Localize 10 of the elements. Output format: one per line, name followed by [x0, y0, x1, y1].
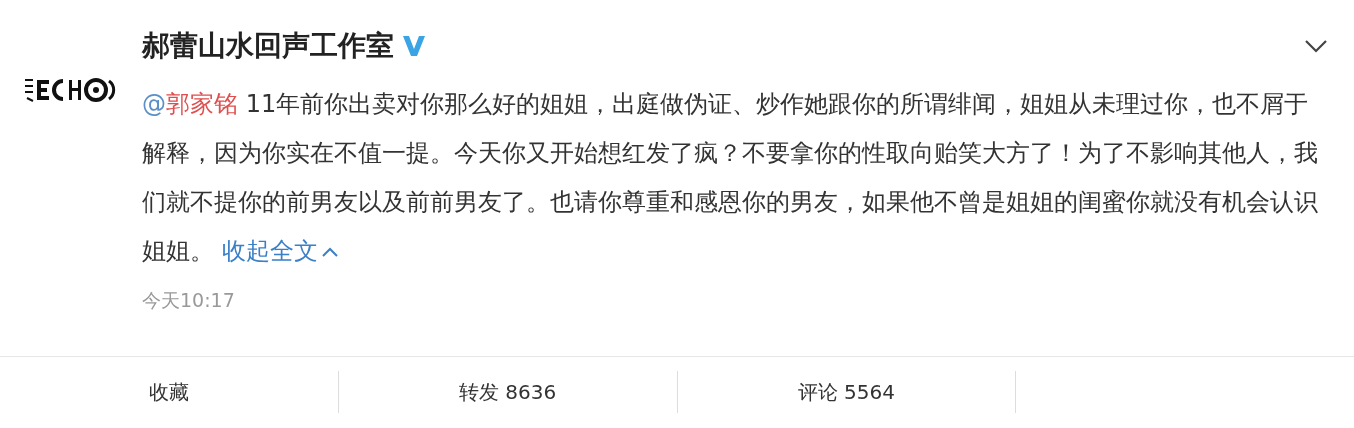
post-time: 今天10:17	[142, 288, 236, 313]
mention-link[interactable]: @郭家铭	[142, 90, 238, 118]
author-name[interactable]: 郝蕾山水回声工作室	[142, 27, 394, 65]
post-text: @郭家铭 11年前你出卖对你那么好的姐姐，出庭做伪证、炒作她跟你的所谓绯闻，姐姐从未理过你，也不屑于解释，因为你实在不值一提。今天你又开始想红发了疯？不要拿你的性取向贻笑大方了！为了不影响其他人，我们就不提你的前男友以及前前男友了。也请你尊重和感恩你的男友，如果他不曾是姐姐的闺蜜你就没有机会认识姐姐。 收起全文	[142, 89, 1319, 267]
chevron-up-icon	[321, 247, 338, 257]
action-button[interactable]: 收藏	[148, 378, 189, 406]
chevron-down-icon[interactable]	[1304, 39, 1328, 53]
action-button[interactable]: 评论 5564	[797, 378, 895, 406]
collapse-link[interactable]: 收起全文	[221, 237, 338, 265]
action-button[interactable]: 转发 8636	[459, 378, 557, 406]
